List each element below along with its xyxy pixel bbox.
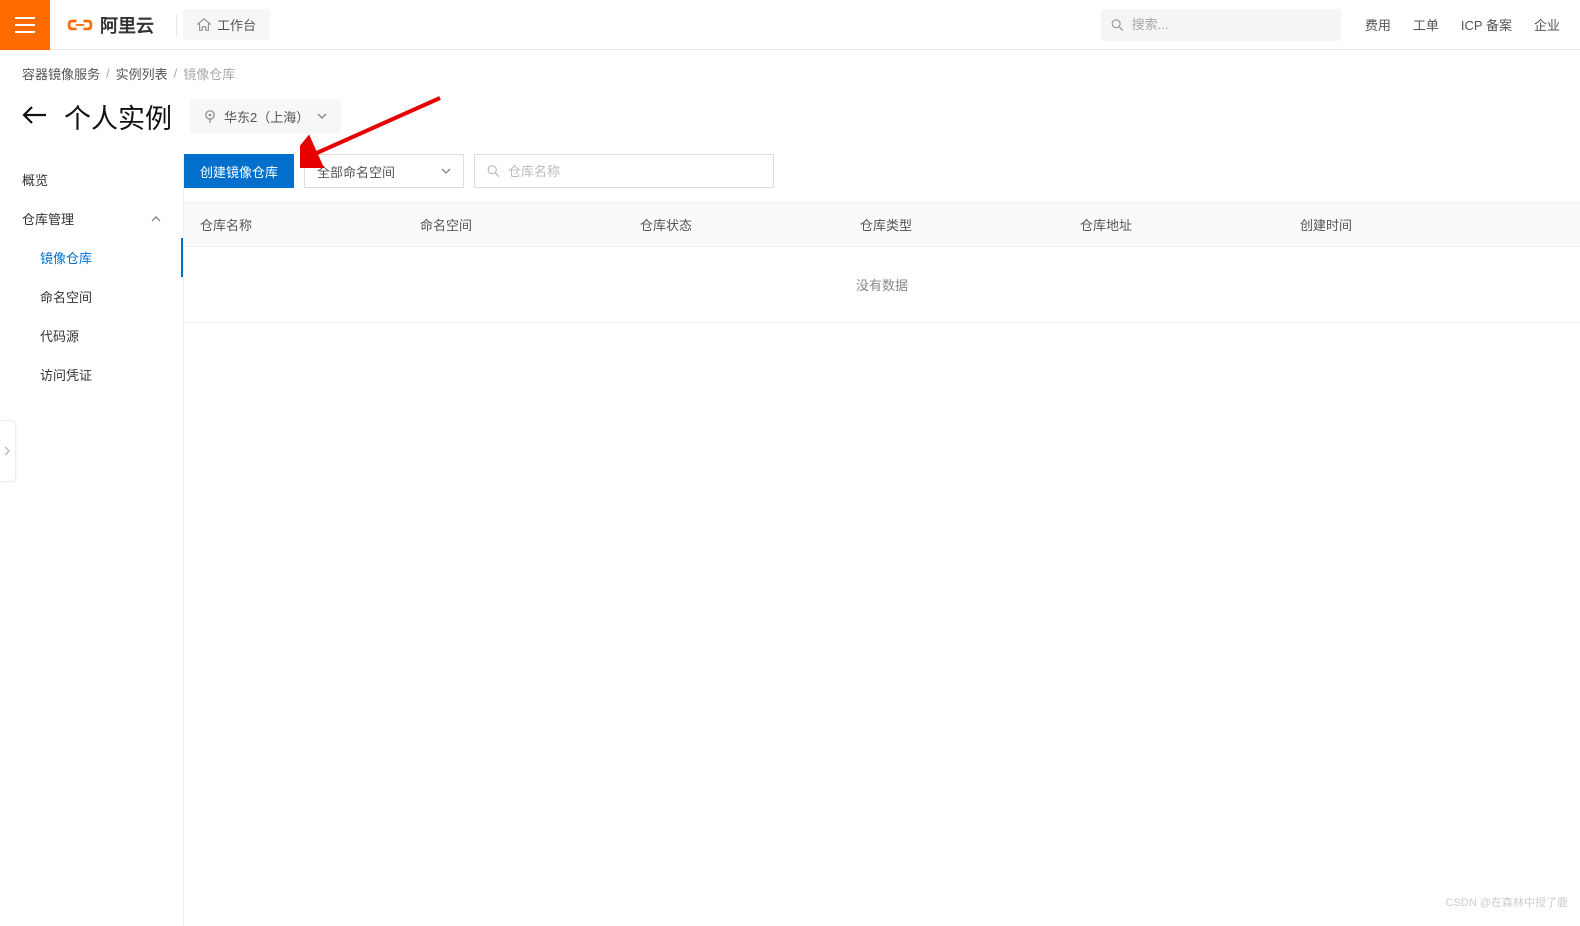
sidebar-label: 概览 bbox=[22, 170, 48, 189]
th-namespace: 命名空间 bbox=[404, 203, 624, 246]
sidebar-label: 仓库管理 bbox=[22, 209, 74, 228]
breadcrumb-item-2: 镜像仓库 bbox=[183, 64, 235, 83]
breadcrumb-item-1[interactable]: 实例列表 bbox=[116, 64, 168, 83]
th-type: 仓库类型 bbox=[844, 203, 1064, 246]
sidebar-collapse-handle[interactable] bbox=[0, 420, 16, 482]
nav-link-enterprise[interactable]: 企业 bbox=[1534, 15, 1560, 34]
main-content: 创建镜像仓库 全部命名空间 仓库名称 命名空间 仓库状态 仓库类型 仓库地址 创… bbox=[184, 154, 1580, 926]
breadcrumb: 容器镜像服务 / 实例列表 / 镜像仓库 bbox=[0, 50, 1580, 89]
sidebar-sub-namespace[interactable]: 命名空间 bbox=[0, 277, 183, 316]
sidebar-item-overview[interactable]: 概览 bbox=[0, 160, 183, 199]
sidebar-sub-code-source[interactable]: 代码源 bbox=[0, 316, 183, 355]
title-row: 个人实例 华东2（上海） bbox=[0, 89, 1580, 154]
sidebar-label: 镜像仓库 bbox=[40, 251, 92, 266]
top-links: 费用 工单 ICP 备案 企业 bbox=[1341, 15, 1580, 34]
back-button[interactable] bbox=[22, 105, 46, 128]
table-empty: 没有数据 bbox=[184, 247, 1580, 323]
create-repo-button[interactable]: 创建镜像仓库 bbox=[184, 154, 294, 188]
logo-text: 阿里云 bbox=[100, 12, 154, 38]
dropdown-label: 全部命名空间 bbox=[317, 162, 395, 181]
hamburger-button[interactable] bbox=[0, 0, 50, 50]
th-status: 仓库状态 bbox=[624, 203, 844, 246]
global-search[interactable] bbox=[1101, 9, 1341, 41]
logo-icon bbox=[66, 11, 94, 39]
search-icon bbox=[487, 164, 500, 178]
table-header: 仓库名称 命名空间 仓库状态 仓库类型 仓库地址 创建时间 bbox=[184, 202, 1580, 247]
sidebar-label: 代码源 bbox=[40, 329, 79, 344]
divider bbox=[176, 14, 177, 36]
breadcrumb-sep: / bbox=[174, 66, 178, 81]
sidebar-label: 访问凭证 bbox=[40, 368, 92, 383]
page-title: 个人实例 bbox=[64, 97, 172, 136]
top-header: 阿里云 工作台 费用 工单 ICP 备案 企业 bbox=[0, 0, 1580, 50]
region-selector[interactable]: 华东2（上海） bbox=[190, 99, 341, 134]
logo[interactable]: 阿里云 bbox=[50, 11, 170, 39]
namespace-filter-dropdown[interactable]: 全部命名空间 bbox=[304, 154, 464, 188]
chevron-up-icon bbox=[151, 215, 161, 222]
watermark: CSDN @在森林中授了鹿 bbox=[1446, 894, 1568, 910]
th-address: 仓库地址 bbox=[1064, 203, 1284, 246]
location-icon bbox=[204, 110, 216, 124]
sidebar-group-repo[interactable]: 仓库管理 bbox=[0, 199, 183, 238]
repo-search[interactable] bbox=[474, 154, 774, 188]
chevron-down-icon bbox=[317, 113, 327, 120]
sidebar-sub-access-cred[interactable]: 访问凭证 bbox=[0, 355, 183, 394]
sidebar-sub-image-repo[interactable]: 镜像仓库 bbox=[0, 238, 183, 277]
global-search-input[interactable] bbox=[1132, 17, 1331, 32]
nav-link-ticket[interactable]: 工单 bbox=[1413, 15, 1439, 34]
nav-link-fee[interactable]: 费用 bbox=[1365, 15, 1391, 34]
search-icon bbox=[1111, 18, 1124, 32]
repo-table: 仓库名称 命名空间 仓库状态 仓库类型 仓库地址 创建时间 没有数据 bbox=[184, 202, 1580, 323]
workbench-button[interactable]: 工作台 bbox=[183, 9, 270, 40]
repo-search-input[interactable] bbox=[508, 164, 761, 179]
hamburger-icon bbox=[15, 17, 35, 33]
th-created: 创建时间 bbox=[1284, 203, 1504, 246]
breadcrumb-sep: / bbox=[106, 66, 110, 81]
toolbar: 创建镜像仓库 全部命名空间 bbox=[184, 154, 1580, 202]
sidebar: 概览 仓库管理 镜像仓库 命名空间 代码源 访问凭证 bbox=[0, 154, 184, 926]
chevron-right-icon bbox=[4, 446, 11, 456]
home-icon bbox=[197, 18, 211, 32]
breadcrumb-item-0[interactable]: 容器镜像服务 bbox=[22, 64, 100, 83]
nav-link-icp[interactable]: ICP 备案 bbox=[1461, 15, 1512, 34]
arrow-left-icon bbox=[22, 105, 46, 125]
workbench-label: 工作台 bbox=[217, 15, 256, 34]
th-name: 仓库名称 bbox=[184, 203, 404, 246]
sidebar-label: 命名空间 bbox=[40, 290, 92, 305]
region-label: 华东2（上海） bbox=[224, 107, 309, 126]
chevron-down-icon bbox=[441, 168, 451, 175]
